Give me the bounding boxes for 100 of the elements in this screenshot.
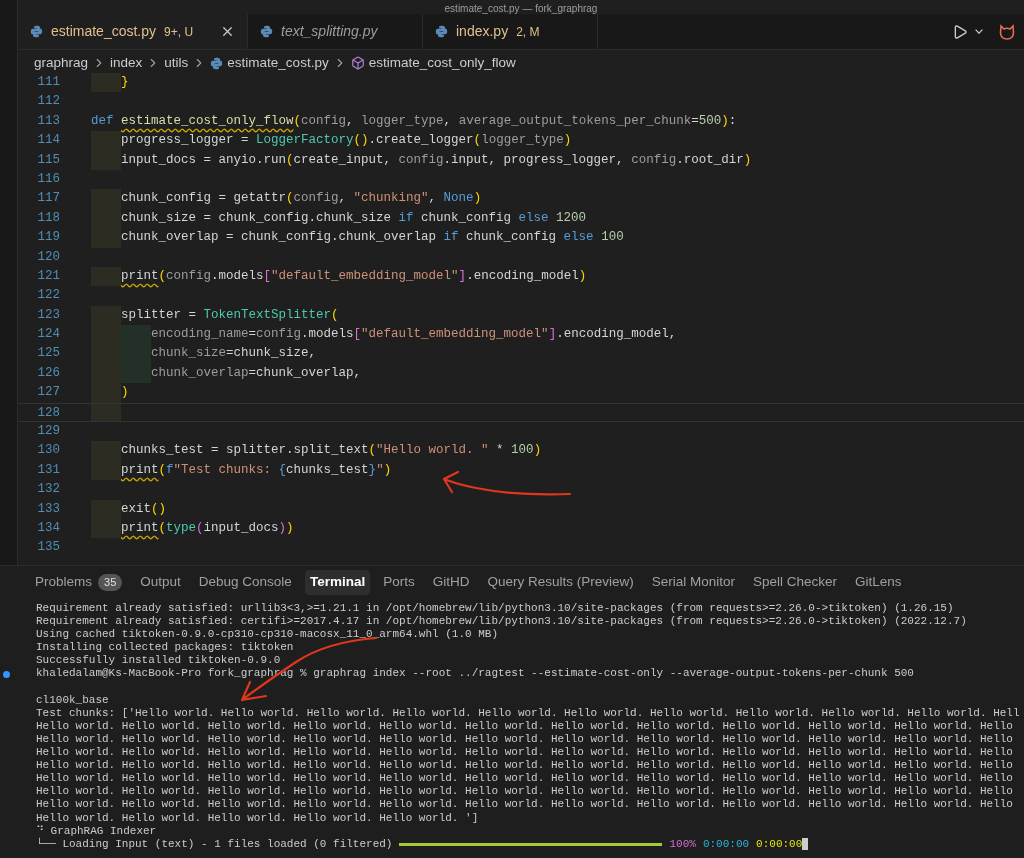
python-file-icon <box>260 25 273 38</box>
code-line: chunk_overlap = chunk_config.chunk_overlap if chunk_config else 100 <box>121 229 624 247</box>
breadcrumb-item[interactable]: estimate_cost_only_flow <box>368 52 516 74</box>
line-number: 130 <box>36 442 60 460</box>
line-number: 123 <box>36 306 60 324</box>
line-number: 129 <box>36 423 60 441</box>
line-number: 113 <box>36 112 60 130</box>
tab-label: text_splitting.py <box>281 22 378 41</box>
code-line: print(config.models["default_embedding_model"].encoding_model) <box>121 267 587 285</box>
editor-tab[interactable]: estimate_cost.py 9+, U <box>18 14 248 49</box>
line-number: 116 <box>36 170 60 188</box>
terminal-line: Successfully installed tiktoken-0.9.0 <box>36 654 281 668</box>
tab-label: index.py <box>456 22 509 41</box>
indent-guide <box>91 266 121 287</box>
panel-tab-label: GitHD <box>432 573 470 592</box>
breadcrumb-item[interactable]: estimate_cost.py <box>227 52 329 74</box>
panel-tab[interactable]: Output <box>135 570 186 595</box>
terminal-line: Requirement already satisfied: urllib3<3,>=1.21.1 in /opt/homebrew/lib/python3.10/site-packages (from requests>=2.26.0->tiktoken) (1.26.15) <box>36 602 954 616</box>
line-number: 132 <box>36 481 60 499</box>
line-number: 122 <box>36 287 60 305</box>
python-file-icon <box>210 56 224 70</box>
terminal-line: Hello world. Hello world. Hello world. Hello world. Hello world. Hello world. Hello world. Hello world. Hello world. Hello world. Hello world. Hello <box>36 798 1013 812</box>
terminal-line: Hello world. Hello world. Hello world. Hello world. Hello world. Hello world. Hello world. Hello world. Hello world. Hello world. Hello world. Hello <box>36 732 1013 747</box>
terminal-line: Installing collected packages: tiktoken <box>36 641 294 655</box>
terminal-line: Hello world. Hello world. Hello world. Hello world. Hello world. Hello world. Hello world. Hello world. Hello world. Hello world. Hello world. Hello <box>36 759 1013 773</box>
panel-tab[interactable]: Spell Checker <box>748 570 843 595</box>
code-line: } <box>121 74 129 91</box>
close-tab-button[interactable] <box>220 24 235 39</box>
terminal-line: cl100k_base <box>36 693 109 707</box>
code-line: exit() <box>121 500 167 518</box>
line-number: 119 <box>36 229 60 247</box>
breadcrumb-item[interactable]: graphrag <box>34 52 89 74</box>
code-line: progress_logger = LoggerFactory().create_logger(logger_type) <box>121 132 572 150</box>
line-number: 114 <box>36 132 60 150</box>
terminal-line: Test chunks: ['Hello world. Hello world. Hello world. Hello world. Hello world. Hello world. Hello world. Hello world. Hello world. Hello world. Hell <box>36 706 1020 720</box>
chevron-down-icon <box>975 29 983 34</box>
terminal-line: └── Loading Input (text) - 1 files loaded (0 filtered) <box>36 837 393 851</box>
line-number: 115 <box>36 151 60 169</box>
indent-guide <box>91 131 121 151</box>
cat-face-icon[interactable] <box>998 22 1016 41</box>
panel-tab[interactable]: Terminal <box>304 570 371 595</box>
panel-tab-label: Problems <box>35 573 93 592</box>
panel-tab-label: Ports <box>383 573 415 592</box>
code-line: chunk_overlap=chunk_overlap, <box>151 364 362 382</box>
line-number: 134 <box>36 520 60 537</box>
terminal-line: Hello world. Hello world. Hello world. Hello world. Hello world. '] <box>36 811 479 825</box>
panel-tab-label: Query Results (Preview) <box>487 573 634 592</box>
panel-tab[interactable]: Query Results (Preview) <box>482 570 639 595</box>
code-line: print(f"Test chunks: {chunks_test}") <box>121 461 392 479</box>
line-number: 117 <box>36 190 60 208</box>
indent-guide <box>91 460 121 481</box>
panel-tab[interactable]: GitHD <box>427 570 475 595</box>
line-number: 124 <box>36 326 60 344</box>
terminal-line: Hello world. Hello world. Hello world. Hello world. Hello world. Hello world. Hello world. Hello world. Hello world. Hello world. Hello world. Hello <box>36 746 1013 760</box>
panel-tab-label: Debug Console <box>198 573 292 592</box>
panel-tab-label: Terminal <box>309 573 366 592</box>
line-number: 131 <box>36 461 60 479</box>
panel-tab-label: Output <box>140 573 181 592</box>
line-number: 135 <box>36 539 60 557</box>
line-number: 112 <box>36 93 60 111</box>
panel-tab[interactable]: Debug Console <box>193 570 297 595</box>
terminal-line: Using cached tiktoken-0.9.0-cp310-cp310-macosx_11_0_arm64.whl (1.0 MB) <box>36 628 499 642</box>
breadcrumb-item[interactable]: index <box>110 52 143 74</box>
code-line: def estimate_cost_only_flow(config, logger_type, average_output_tokens_per_chunk=500): <box>91 112 737 130</box>
progress-percent: 100% <box>669 837 696 851</box>
line-number: 121 <box>36 267 60 285</box>
terminal-line: Hello world. Hello world. Hello world. Hello world. Hello world. Hello world. Hello world. Hello world. Hello world. Hello world. Hello world. Hello <box>36 719 1013 733</box>
run-button[interactable] <box>952 23 968 40</box>
tab-status: 9+, U <box>164 23 194 41</box>
panel-tab-label: Serial Monitor <box>651 573 735 592</box>
code-line: splitter = TokenTextSplitter( <box>121 306 339 324</box>
code-line: chunk_size = chunk_config.chunk_size if chunk_config else 1200 <box>121 209 587 227</box>
line-number: 126 <box>36 364 60 382</box>
code-line: chunk_size=chunk_size, <box>151 345 317 363</box>
count-badge: 35 <box>98 574 123 591</box>
line-number: 120 <box>36 248 60 266</box>
line-number: 133 <box>36 500 60 518</box>
line-number: 125 <box>36 345 60 363</box>
tab-status: 2, M <box>516 23 540 41</box>
code-line: chunks_test = splitter.split_text("Hello world. " * 100) <box>121 442 542 460</box>
terminal-line: Hello world. Hello world. Hello world. Hello world. Hello world. Hello world. Hello world. Hello world. Hello world. Hello world. Hello world. Hello <box>36 785 1013 799</box>
command-status-icon <box>3 670 10 678</box>
line-number: 118 <box>36 209 60 227</box>
panel-tab[interactable]: Problems 35 <box>30 570 128 595</box>
indent-guide <box>91 519 121 539</box>
code-line: encoding_name=config.models["default_embedding_model"].encoding_model, <box>151 326 677 344</box>
panel-tab[interactable]: Ports <box>378 570 420 595</box>
panel-tab[interactable]: Serial Monitor <box>646 570 740 595</box>
panel-tab-label: GitLens <box>855 573 902 592</box>
code-line: ) <box>121 384 129 402</box>
code-line: print(type(input_docs)) <box>121 520 294 537</box>
tab-label: estimate_cost.py <box>51 22 157 41</box>
panel-tab-label: Spell Checker <box>753 573 838 592</box>
terminal-cursor <box>802 838 809 851</box>
panel-tab[interactable]: GitLens <box>850 570 907 595</box>
window-title: estimate_cost.py — fork_graphrag <box>444 3 598 14</box>
terminal-line: ⠙ GraphRAG Indexer <box>36 824 157 837</box>
remaining-time: 0:00:00 <box>756 837 803 851</box>
breadcrumb-item[interactable]: utils <box>164 52 189 74</box>
terminal-line: Hello world. Hello world. Hello world. Hello world. Hello world. Hello world. Hello world. Hello world. Hello world. Hello world. Hello world. Hello <box>36 772 1013 786</box>
